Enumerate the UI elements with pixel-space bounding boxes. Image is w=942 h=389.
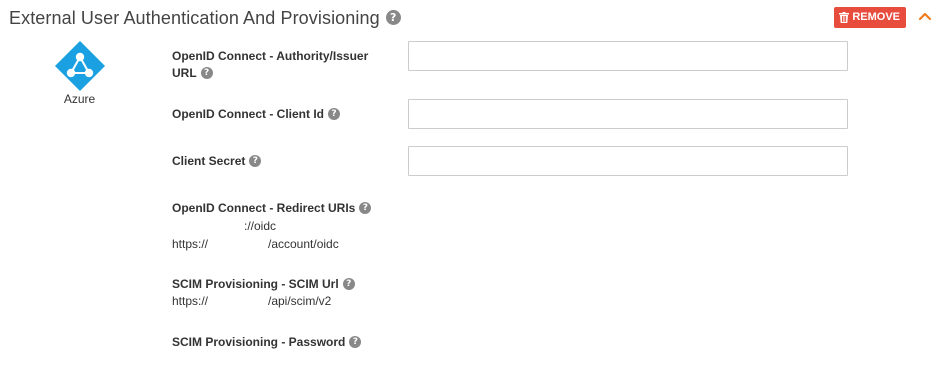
trash-icon bbox=[839, 12, 850, 23]
help-icon[interactable]: ? bbox=[359, 201, 372, 214]
azure-logo-icon bbox=[54, 41, 105, 91]
redirect-uri-2-prefix: https:// bbox=[172, 237, 209, 251]
scim-password-label: SCIM Provisioning - Password? bbox=[172, 334, 362, 351]
help-icon[interactable]: ? bbox=[249, 154, 262, 167]
client-secret-label-text: Client Secret bbox=[172, 154, 246, 168]
help-icon[interactable]: ? bbox=[342, 277, 355, 290]
help-icon[interactable]: ? bbox=[385, 9, 401, 25]
redirect-uri-2-suffix: /account/oidc bbox=[268, 237, 339, 251]
remove-button-label: REMOVE bbox=[852, 11, 900, 23]
client-id-label: OpenID Connect - Client Id? bbox=[172, 106, 340, 123]
authority-url-label-line2: URL bbox=[172, 66, 197, 80]
scim-password-label-text: SCIM Provisioning - Password bbox=[172, 335, 346, 349]
client-id-label-text: OpenID Connect - Client Id bbox=[172, 107, 324, 121]
section-title-text: External User Authentication And Provisi… bbox=[9, 8, 380, 28]
scim-url-label-text: SCIM Provisioning - SCIM Url bbox=[172, 277, 339, 291]
help-icon[interactable]: ? bbox=[328, 107, 340, 120]
section-title: External User Authentication And Provisi… bbox=[9, 8, 401, 29]
help-icon[interactable]: ? bbox=[349, 335, 362, 348]
provider-block: Azure bbox=[52, 40, 107, 106]
authority-url-label-line1: OpenID Connect - Authority/Issuer bbox=[172, 49, 369, 63]
client-id-input[interactable] bbox=[408, 99, 848, 129]
remove-button[interactable]: REMOVE bbox=[834, 7, 906, 28]
redirect-uris-label-text: OpenID Connect - Redirect URIs bbox=[172, 201, 356, 215]
provider-name: Azure bbox=[63, 92, 96, 106]
section-header: External User Authentication And Provisi… bbox=[9, 7, 932, 31]
scim-url-prefix: https:// bbox=[172, 294, 209, 308]
redirect-uris-label: OpenID Connect - Redirect URIs? bbox=[172, 200, 372, 217]
authority-url-input[interactable] bbox=[408, 41, 848, 71]
authority-url-label: OpenID Connect - Authority/Issuer URL? bbox=[172, 48, 368, 82]
redirect-uri-1: ://oidc bbox=[244, 219, 277, 233]
client-secret-label: Client Secret? bbox=[172, 153, 262, 170]
chevron-up-icon[interactable] bbox=[918, 10, 932, 24]
scim-url-label: SCIM Provisioning - SCIM Url? bbox=[172, 276, 355, 293]
scim-url-suffix: /api/scim/v2 bbox=[268, 294, 332, 308]
help-icon[interactable]: ? bbox=[200, 66, 213, 79]
client-secret-input[interactable] bbox=[408, 146, 848, 176]
